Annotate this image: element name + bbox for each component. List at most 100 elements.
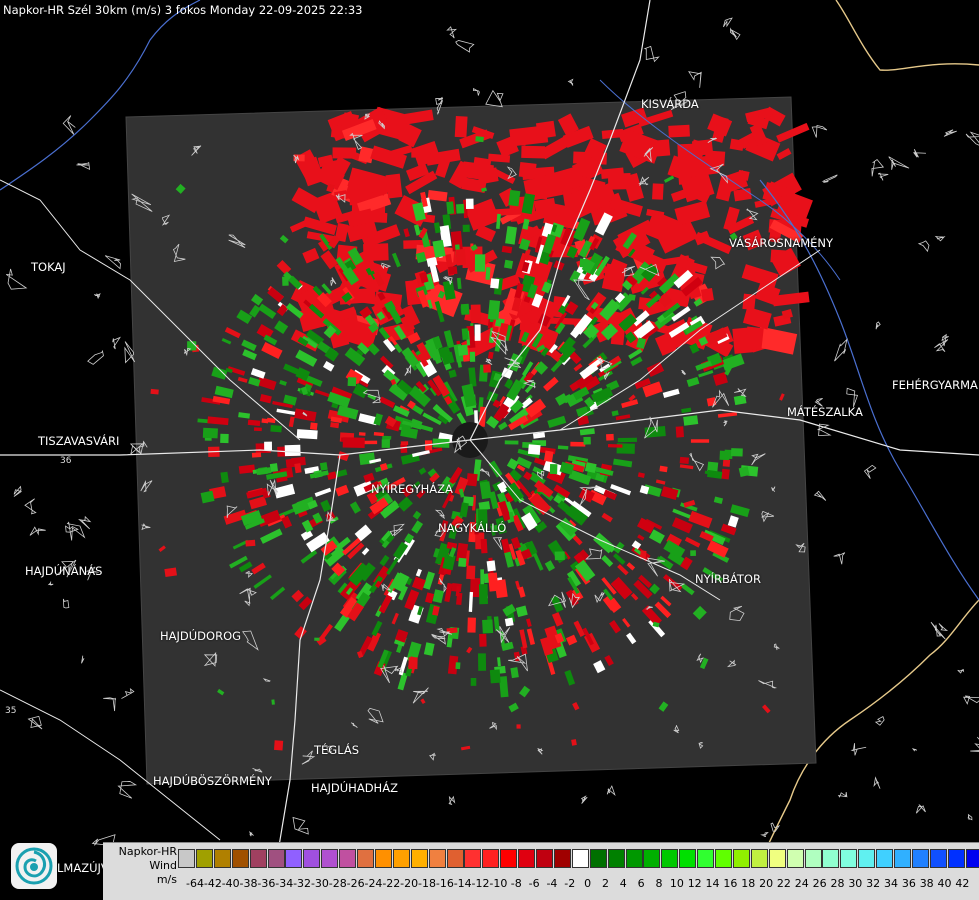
radar-echo [314, 637, 320, 641]
radar-echo [617, 437, 637, 443]
legend-tick-label: 2 [601, 877, 609, 890]
radar-echo [475, 136, 484, 143]
legend-swatch [553, 849, 571, 868]
radar-echo [282, 276, 289, 286]
legend-swatch [374, 849, 392, 868]
road-number-36: 36 [60, 456, 72, 466]
radar-echo [659, 465, 668, 473]
legend-swatch [267, 849, 285, 868]
legend-tick-label: 0 [584, 877, 592, 890]
settlement-outline [62, 115, 76, 135]
settlement-outline [934, 235, 946, 242]
legend-tick-label: 34 [884, 877, 898, 890]
radar-echo [358, 432, 366, 436]
settlement-outline [292, 816, 309, 835]
settlement-outline [249, 830, 254, 837]
legend-swatch [392, 849, 410, 868]
city-label-nyirbator: NYÍRBÁTOR [695, 572, 761, 586]
radar-echo [458, 557, 467, 568]
settlement-outline [873, 776, 881, 789]
legend-tick-label: 16 [723, 877, 738, 890]
radar-echo [721, 468, 730, 480]
radar-echo [532, 174, 550, 200]
legend-swatch [697, 849, 715, 868]
radar-echo [534, 197, 557, 220]
legend-swatch [911, 849, 929, 868]
legend-swatch [518, 849, 536, 868]
legend-tick-label: 28 [830, 877, 845, 890]
legend-tick-label: -36 [257, 877, 276, 890]
radar-echo [482, 619, 494, 634]
radar-echo [508, 189, 521, 207]
radar-echo [446, 201, 455, 215]
legend-tick-label: -26 [346, 877, 365, 890]
legend-tick-label: 40 [937, 877, 952, 890]
radar-echo [273, 740, 284, 751]
settlement-outline [112, 336, 121, 350]
legend-swatch [607, 849, 625, 868]
radar-echo [319, 462, 328, 471]
legend-swatch [715, 849, 732, 868]
settlement-outline [24, 498, 37, 515]
city-label-teglas: TÉGLÁS [314, 743, 360, 757]
radar-echo [385, 173, 403, 199]
legend-swatch [482, 849, 500, 868]
radar-echo [504, 617, 514, 627]
settlement-outline [567, 78, 574, 86]
settlement-outline [81, 655, 85, 664]
legend-swatch [947, 849, 965, 868]
city-label-tiszavasvari: TISZAVASVÁRI [38, 434, 120, 448]
radar-echo [571, 739, 577, 746]
radar-echo [480, 538, 488, 554]
city-label-nagykallo: NAGYKÁLLÓ [438, 521, 507, 535]
radar-echo [382, 435, 392, 440]
radar-echo [245, 539, 256, 547]
country-border [835, 0, 979, 71]
legend-tick-label: -10 [489, 877, 508, 890]
legend-tick-label: -8 [510, 877, 522, 890]
legend-swatch [822, 849, 840, 868]
radar-map: 36 35 [0, 0, 979, 900]
settlement-outline [103, 697, 117, 712]
city-label-mateszalka: MÁTÉSZALKA [787, 405, 863, 419]
legend-swatch [929, 849, 947, 868]
settlement-outline [117, 781, 138, 799]
radar-echo [467, 617, 476, 633]
radar-echo [347, 377, 357, 387]
radar-echo [253, 427, 262, 432]
settlement-outline [834, 338, 848, 362]
radar-echo [504, 259, 514, 269]
radar-echo [690, 439, 710, 443]
settlement-outline [863, 464, 877, 479]
radar-echo [251, 452, 262, 458]
legend-tick-label: 12 [687, 877, 702, 890]
settlement-outline [66, 521, 86, 541]
city-label-nyiregyhaza: NYÍREGYHÁZA [371, 482, 453, 496]
legend-swatch [536, 849, 553, 868]
settlement-outline [606, 785, 616, 797]
settlement-outline [455, 39, 475, 53]
settlement-outline [874, 716, 885, 726]
radar-echo [296, 429, 318, 440]
settlement-outline [94, 293, 101, 300]
settlement-outline [930, 621, 946, 640]
legend-tick-label: -30 [310, 877, 329, 890]
map-title: Napkor-HR Szél 30km (m/s) 3 fokos Monday… [3, 3, 363, 17]
radar-echo [487, 299, 501, 320]
radar-echo [358, 452, 376, 466]
legend-tick-label: 18 [741, 877, 756, 890]
legend-swatch [321, 849, 339, 868]
settlement-outline [121, 688, 135, 699]
legend-tick-label: -18 [418, 877, 436, 890]
legend-swatch [213, 849, 231, 868]
legend-tick-label: 32 [866, 877, 881, 890]
settlement-outline [723, 17, 733, 28]
radar-echo [465, 198, 474, 209]
radar-echo [683, 415, 699, 426]
legend-tick-label: -34 [275, 877, 294, 890]
legend-tick-label: 4 [619, 877, 627, 890]
settlement-outline [821, 174, 838, 183]
settlement-outline [877, 172, 889, 181]
swirl-logo-icon [15, 847, 53, 885]
radar-echo [485, 267, 491, 280]
